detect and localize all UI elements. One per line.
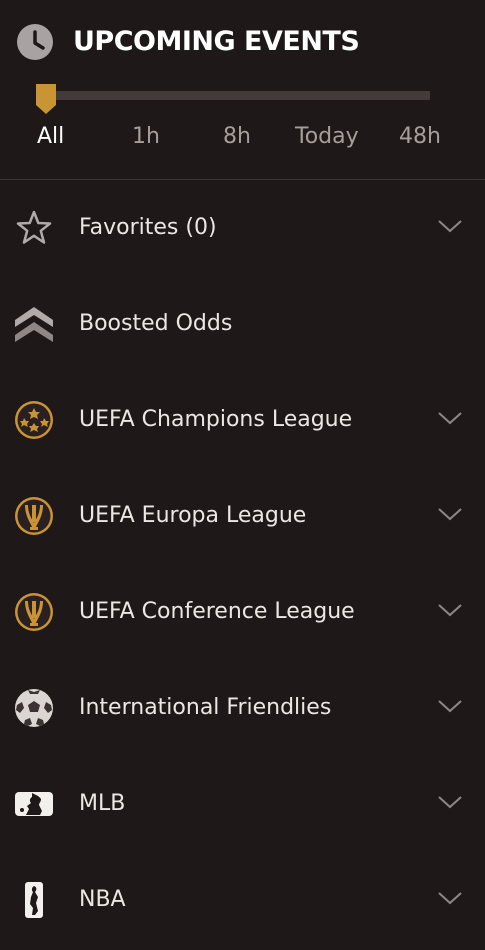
list-item-label: UEFA Conference League [79,599,355,624]
list-item-label: International Friendlies [79,695,332,720]
time-option-1h[interactable]: 1h [132,119,160,155]
chevron-down-icon[interactable] [436,504,464,524]
list-item-label: UEFA Champions League [79,407,353,432]
list-item-label: UEFA Europa League [79,503,307,528]
list-item-mlb[interactable]: MLB [0,756,485,852]
list-item-nba[interactable]: NBA [0,852,485,948]
page-title: UPCOMING EVENTS [73,26,360,57]
conference-league-icon [15,593,53,631]
time-option-today[interactable]: Today [295,119,359,155]
star-icon [16,210,52,244]
time-option-8h[interactable]: 8h [223,119,251,155]
chevron-down-icon[interactable] [436,600,464,620]
chevron-down-icon[interactable] [436,888,464,908]
chevron-down-icon[interactable] [436,696,464,716]
list-item-uefa-champions-league[interactable]: UEFA Champions League [0,372,485,468]
clock-icon [17,24,53,60]
list-item-label: MLB [79,791,126,816]
champions-league-icon [15,401,53,439]
soccer-ball-icon [15,689,53,727]
list-item-international-friendlies[interactable]: International Friendlies [0,660,485,756]
list-item-label: Boosted Odds [79,311,233,336]
nba-logo-icon [25,882,43,918]
mlb-logo-icon [15,792,53,816]
list-item-favorites[interactable]: Favorites (0) [0,180,485,276]
list-item-label: Favorites (0) [79,215,217,240]
list-item-boosted-odds[interactable]: Boosted Odds [0,276,485,372]
time-slider-track[interactable] [37,91,430,100]
upcoming-events-header: UPCOMING EVENTS All 1h 8h Today 48h [0,0,485,180]
time-option-48h[interactable]: 48h [399,119,441,155]
sports-list: Favorites (0) Boosted Odds UEFA Champion… [0,180,485,948]
chevron-down-icon[interactable] [436,216,464,236]
list-item-uefa-europa-league[interactable]: UEFA Europa League [0,468,485,564]
chevron-down-icon[interactable] [436,792,464,812]
time-slider-handle[interactable] [35,83,57,115]
list-item-uefa-conference-league[interactable]: UEFA Conference League [0,564,485,660]
chevron-down-icon[interactable] [436,408,464,428]
europa-league-icon [15,497,53,535]
time-option-all[interactable]: All [37,119,64,155]
boost-chevrons-icon [15,307,53,342]
list-item-label: NBA [79,887,126,912]
